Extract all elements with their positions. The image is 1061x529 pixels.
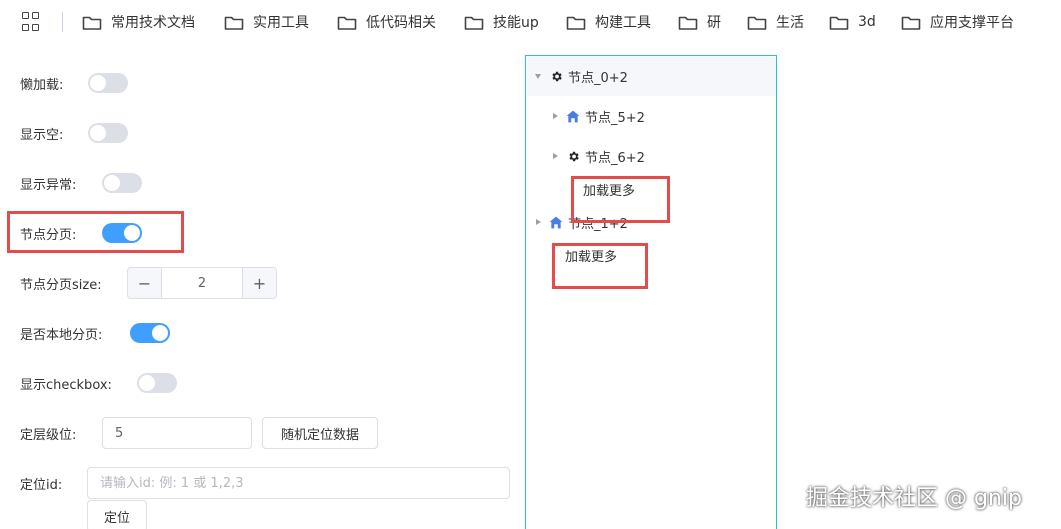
folder-icon <box>337 15 357 30</box>
level-row: 定层级位: <box>20 418 76 448</box>
folder-icon <box>464 15 484 30</box>
show-error-label: 显示异常: <box>20 177 77 193</box>
locate-button[interactable]: 定位 <box>87 500 147 529</box>
tree-node-label: 节点_5+2 <box>585 110 645 126</box>
folder-icon <box>829 15 849 30</box>
tree-node-label: 节点_6+2 <box>585 150 645 166</box>
local-paging-label: 是否本地分页: <box>20 327 103 343</box>
bookmark-folder[interactable]: 应用支撑平台 <box>901 12 1014 32</box>
tree-node-label: 节点_0+2 <box>568 70 628 86</box>
gear-icon <box>566 149 580 163</box>
increase-button[interactable]: + <box>242 268 276 298</box>
tree-panel: 节点_0+2 节点_5+2 节点_6+2 加载更多 节点_1+2 加载更多 <box>525 55 777 529</box>
caret-right-icon[interactable] <box>553 153 558 159</box>
show-checkbox-switch[interactable] <box>137 373 177 393</box>
show-error-switch[interactable] <box>102 173 142 193</box>
random-locate-button[interactable]: 随机定位数据 <box>262 417 378 449</box>
show-checkbox-label: 显示checkbox: <box>20 377 112 393</box>
locate-id-input[interactable] <box>87 467 510 499</box>
tree-node[interactable]: 节点_0+2 <box>535 66 628 86</box>
locate-id-row: 定位id: <box>20 468 62 498</box>
switch-knob <box>139 375 155 391</box>
bookmark-label: 常用技术文档 <box>111 15 195 31</box>
show-error-row: 显示异常: <box>20 168 76 198</box>
watermark: 掘金技术社区 @ gnip <box>806 486 1022 511</box>
highlight-box-paging <box>7 211 184 253</box>
bookmark-label: 应用支撑平台 <box>930 15 1014 31</box>
gear-icon <box>549 69 563 83</box>
page-size-stepper: − 2 + <box>127 267 277 299</box>
switch-knob <box>104 175 120 191</box>
bookmark-label: 低代码相关 <box>366 15 436 31</box>
caret-right-icon[interactable] <box>536 219 541 225</box>
bookmark-label: 技能up <box>493 15 539 31</box>
folder-icon <box>747 15 767 30</box>
lazy-load-switch[interactable] <box>88 73 128 93</box>
bookmark-folder[interactable]: 实用工具 <box>224 12 309 32</box>
caret-right-icon[interactable] <box>553 113 558 119</box>
bookmark-label: 研 <box>707 15 721 31</box>
lazy-load-row: 懒加载: <box>20 68 63 98</box>
caret-down-icon[interactable] <box>535 73 541 79</box>
local-paging-row: 是否本地分页: <box>20 318 102 348</box>
bookmark-label: 实用工具 <box>253 15 309 31</box>
bookmarks-bar: 常用技术文档 实用工具 低代码相关 技能up 构建工具 研 生活 3d 应用支撑… <box>0 0 1061 44</box>
switch-knob <box>152 325 168 341</box>
folder-icon <box>82 15 102 30</box>
folder-icon <box>901 15 921 30</box>
bookmark-folder[interactable]: 低代码相关 <box>337 12 436 32</box>
bookmarks-divider <box>62 12 63 32</box>
show-checkbox-row: 显示checkbox: <box>20 368 112 398</box>
show-empty-label: 显示空: <box>20 127 64 143</box>
bookmark-folder[interactable]: 生活 <box>747 12 804 32</box>
bookmark-folder[interactable]: 构建工具 <box>566 12 651 32</box>
bookmark-label: 生活 <box>776 15 804 31</box>
apps-grid-icon[interactable] <box>22 12 42 32</box>
show-empty-switch[interactable] <box>88 123 128 143</box>
tree-node[interactable]: 节点_5+2 <box>553 106 645 126</box>
local-paging-switch[interactable] <box>130 323 170 343</box>
switch-knob <box>90 75 106 91</box>
bookmark-folder[interactable]: 常用技术文档 <box>82 12 195 32</box>
level-input[interactable]: 5 <box>102 417 252 449</box>
highlight-box-load-more-2 <box>552 243 648 289</box>
level-label: 定层级位: <box>20 427 77 443</box>
home-icon <box>549 215 563 229</box>
bookmark-label: 3d <box>858 14 876 30</box>
page-size-label: 节点分页size: <box>20 277 102 293</box>
bookmark-folder[interactable]: 研 <box>678 12 721 32</box>
folder-icon <box>678 15 698 30</box>
locate-id-label: 定位id: <box>20 477 63 493</box>
show-empty-row: 显示空: <box>20 118 63 148</box>
bookmark-folder[interactable]: 3d <box>829 12 876 32</box>
lazy-load-label: 懒加载: <box>20 77 64 93</box>
folder-icon <box>566 15 586 30</box>
switch-knob <box>90 125 106 141</box>
page-size-row: 节点分页size: <box>20 268 102 298</box>
highlight-box-load-more-1 <box>571 176 670 223</box>
page-size-value[interactable]: 2 <box>162 268 242 298</box>
home-icon <box>566 109 580 123</box>
bookmark-label: 构建工具 <box>595 15 651 31</box>
decrease-button[interactable]: − <box>128 268 162 298</box>
tree-node[interactable]: 节点_6+2 <box>553 146 645 166</box>
folder-icon <box>224 15 244 30</box>
bookmark-folder[interactable]: 技能up <box>464 12 539 32</box>
